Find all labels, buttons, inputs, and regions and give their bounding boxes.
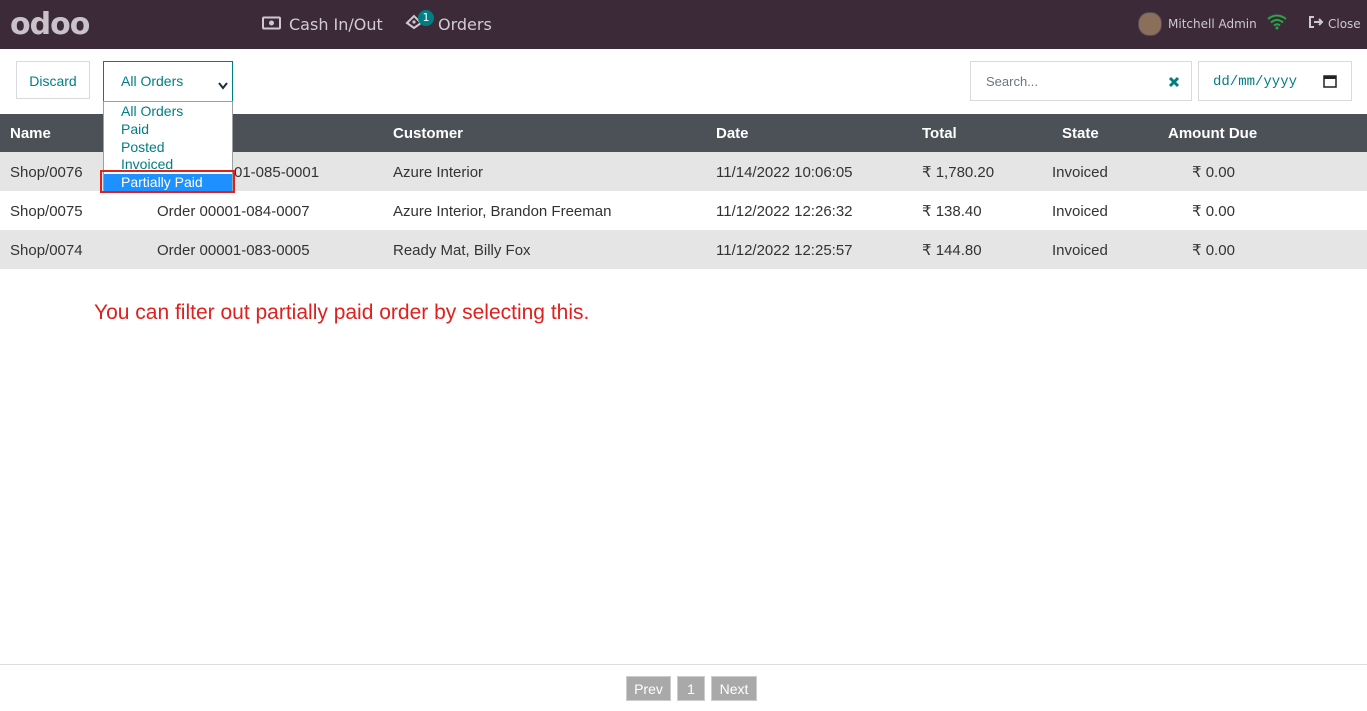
order-date: 11/12/2022 12:25:57 [716, 242, 853, 259]
date-placeholder: dd/mm/yyyy [1213, 74, 1298, 90]
next-page-button[interactable]: Next [711, 676, 757, 701]
order-amount-due: ₹ 0.00 [1192, 242, 1235, 259]
order-total: ₹ 144.80 [922, 242, 982, 259]
orders-count-badge: 1 [418, 10, 434, 26]
order-amount-due: ₹ 0.00 [1192, 164, 1235, 181]
close-button[interactable]: Close [1308, 15, 1361, 32]
order-customer: Ready Mat, Billy Fox [393, 242, 531, 259]
order-name: Shop/0076 [10, 164, 83, 181]
column-header-name: Name [10, 125, 51, 142]
avatar [1138, 12, 1162, 36]
money-icon [262, 14, 289, 36]
order-date: 11/14/2022 10:06:05 [716, 164, 853, 181]
order-total: ₹ 138.40 [922, 203, 982, 220]
column-header-state: State [1062, 125, 1099, 142]
annotation-highlight-box [100, 170, 235, 193]
order-ref: 01-085-0001 [234, 164, 320, 181]
user-name: Mitchell Admin [1168, 17, 1257, 31]
filter-option-paid[interactable]: Paid [121, 121, 149, 138]
sign-out-icon [1308, 15, 1328, 32]
order-state: Invoiced [1052, 242, 1108, 259]
column-header-amount-due: Amount Due [1168, 125, 1258, 142]
annotation-note: You can filter out partially paid order … [94, 301, 590, 324]
column-header-date: Date [716, 125, 749, 142]
table-row[interactable]: Shop/0074 Order 00001-083-0005 Ready Mat… [0, 230, 1367, 269]
cash-in-out-label: Cash In/Out [289, 15, 383, 34]
order-filter-select[interactable]: All Orders [103, 61, 233, 101]
filter-option-posted[interactable]: Posted [121, 139, 165, 156]
date-filter-input[interactable]: dd/mm/yyyy [1198, 61, 1352, 101]
user-menu[interactable]: Mitchell Admin [1138, 12, 1257, 36]
order-state: Invoiced [1052, 164, 1108, 181]
table-row[interactable]: Shop/0075 Order 00001-084-0007 Azure Int… [0, 191, 1367, 230]
search-placeholder: Search... [986, 74, 1039, 89]
clear-search-icon[interactable] [1168, 75, 1180, 93]
top-navbar: odoo Cash In/Out Orders 1 Mitchell Admin… [0, 0, 1367, 49]
calendar-icon[interactable] [1323, 74, 1337, 93]
cash-in-out-button[interactable]: Cash In/Out [262, 14, 383, 36]
order-total: ₹ 1,780.20 [922, 164, 995, 181]
filter-selected-value: All Orders [121, 73, 184, 89]
order-state: Invoiced [1052, 203, 1108, 220]
order-name: Shop/0075 [10, 203, 83, 220]
footer-divider [0, 664, 1367, 665]
close-label: Close [1328, 16, 1361, 31]
order-customer: Azure Interior, Brandon Freeman [393, 203, 612, 220]
order-date: 11/12/2022 12:26:32 [716, 203, 853, 220]
odoo-logo: odoo [10, 7, 90, 42]
order-customer: Azure Interior [393, 164, 484, 181]
chevron-down-icon [218, 77, 228, 93]
search-input[interactable]: Search... [970, 61, 1192, 101]
orders-label: Orders [438, 15, 492, 34]
order-name: Shop/0074 [10, 242, 83, 259]
order-amount-due: ₹ 0.00 [1192, 203, 1235, 220]
filter-option-all-orders[interactable]: All Orders [121, 103, 183, 120]
discard-button[interactable]: Discard [16, 61, 90, 99]
prev-page-button[interactable]: Prev [626, 676, 671, 701]
wifi-icon [1267, 14, 1287, 35]
order-ref: Order 00001-083-0005 [157, 242, 310, 259]
page-number-button[interactable]: 1 [677, 676, 705, 701]
column-header-customer: Customer [393, 125, 464, 142]
column-header-total: Total [922, 125, 957, 142]
order-ref: Order 00001-084-0007 [157, 203, 310, 220]
